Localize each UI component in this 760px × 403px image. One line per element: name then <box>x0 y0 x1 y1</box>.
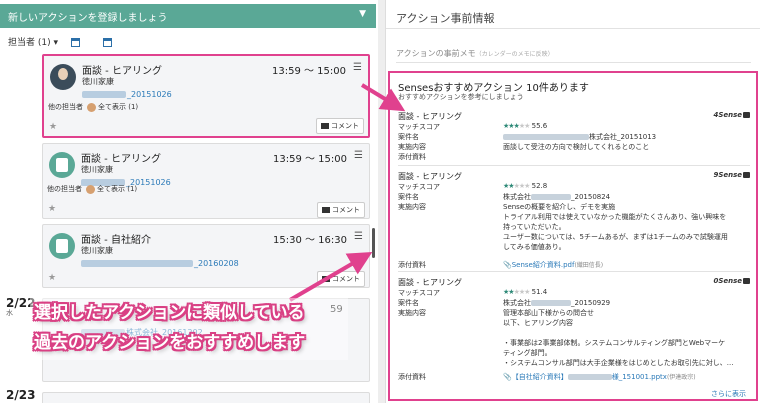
callout-line: 選択したアクションに類似している <box>34 303 305 323</box>
callout-line: 過去のアクションをおすすめします <box>34 333 306 353</box>
app-root: 新しいアクションを登録しましょう ▼ 担当者 (1) ▾ 面談 - ヒアリング … <box>0 0 760 403</box>
arrow-to-recommendations <box>288 251 373 302</box>
callout-text: 選択したアクションに類似している 過去のアクションをおすすめします <box>34 298 346 358</box>
arrow-to-recommendations <box>360 83 406 112</box>
